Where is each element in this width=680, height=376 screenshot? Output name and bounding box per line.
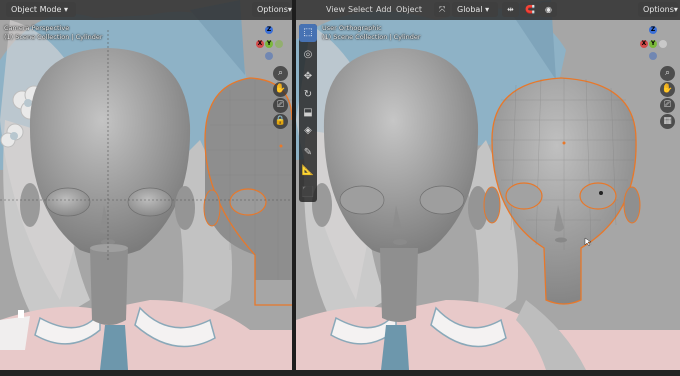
x-axis-icon[interactable]: X bbox=[640, 40, 648, 48]
blender-window: Object Mode ▾ Options▾ Camera Perspectiv… bbox=[0, 0, 680, 376]
scale-icon[interactable]: ⬓ bbox=[299, 104, 317, 122]
right-3d-viewport[interactable]: View Select Add Object ⤧ Global ▾ ⇹ 🧲 ◉ … bbox=[296, 0, 680, 370]
options-dropdown[interactable]: Options▾ bbox=[638, 2, 678, 17]
menu-add[interactable]: Add bbox=[376, 2, 392, 17]
zoom-icon[interactable]: ⌕ bbox=[660, 66, 675, 81]
chevron-down-icon: ▾ bbox=[673, 5, 678, 14]
neg-y-axis-icon[interactable] bbox=[275, 40, 283, 48]
status-bar bbox=[0, 370, 680, 376]
neg-z-axis-icon[interactable] bbox=[265, 52, 273, 60]
menu-select[interactable]: Select bbox=[348, 2, 373, 17]
lock-icon[interactable]: 🔒 bbox=[273, 114, 288, 129]
neg-x-axis-icon[interactable] bbox=[659, 40, 667, 48]
options-label: Options bbox=[257, 5, 288, 14]
snap-icon[interactable]: 🧲 bbox=[520, 2, 540, 17]
collection-info-label: (1) Scene Collection | Cylinder bbox=[4, 33, 103, 41]
camera-view-icon[interactable]: ⎚ bbox=[273, 98, 288, 113]
chevron-down-icon: ▾ bbox=[482, 5, 490, 14]
mode-dropdown[interactable]: Object Mode ▾ bbox=[6, 2, 76, 17]
proportional-edit-icon[interactable]: ◉ bbox=[540, 2, 557, 17]
y-axis-icon[interactable]: Y bbox=[649, 40, 657, 48]
transform-orientation-dropdown[interactable]: Global ▾ bbox=[452, 2, 498, 17]
camera-view-icon[interactable]: ⎚ bbox=[660, 98, 675, 113]
select-box-icon[interactable]: ⬚ bbox=[299, 24, 317, 42]
mode-dropdown-label: Object Mode bbox=[11, 5, 62, 14]
rotate-icon[interactable]: ↻ bbox=[299, 86, 317, 104]
measure-icon[interactable]: 📐 bbox=[299, 162, 317, 180]
z-axis-icon[interactable]: Z bbox=[649, 26, 657, 34]
left-3d-viewport[interactable]: Object Mode ▾ Options▾ Camera Perspectiv… bbox=[0, 0, 292, 370]
navigation-gizmo[interactable]: Z X Y bbox=[638, 26, 668, 60]
x-axis-icon[interactable]: X bbox=[256, 40, 264, 48]
z-axis-icon[interactable]: Z bbox=[265, 26, 273, 34]
annotate-icon[interactable]: ✎ bbox=[299, 144, 317, 162]
left-scene-render bbox=[0, 0, 292, 370]
hand-pan-icon[interactable]: ✋ bbox=[660, 82, 675, 97]
menu-object[interactable]: Object bbox=[396, 2, 422, 17]
cursor-icon[interactable]: ◎ bbox=[299, 46, 317, 64]
collection-info-label: (1) Scene Collection | Cylinder bbox=[322, 33, 421, 41]
menu-view[interactable]: View bbox=[326, 2, 345, 17]
pivot-point-icon[interactable]: ⇹ bbox=[502, 2, 519, 17]
y-axis-icon[interactable]: Y bbox=[265, 40, 273, 48]
view-name-label: Camera Perspective bbox=[4, 24, 70, 32]
view-name-label: User Orthographic bbox=[322, 24, 382, 32]
neg-z-axis-icon[interactable] bbox=[649, 52, 657, 60]
navigation-gizmo[interactable]: Z X Y bbox=[254, 26, 284, 60]
zoom-icon[interactable]: ⌕ bbox=[273, 66, 288, 81]
transform-orientation-label: Global bbox=[457, 5, 483, 14]
left-viewport-header: Object Mode ▾ Options▾ bbox=[0, 0, 292, 20]
options-label: Options bbox=[643, 5, 674, 14]
add-cube-icon[interactable]: ⬛ bbox=[299, 184, 317, 202]
transform-icon[interactable]: ◈ bbox=[299, 122, 317, 140]
hand-pan-icon[interactable]: ✋ bbox=[273, 82, 288, 97]
right-scene-render bbox=[296, 0, 680, 370]
chevron-down-icon: ▾ bbox=[63, 5, 68, 14]
options-dropdown[interactable]: Options▾ bbox=[252, 2, 292, 17]
transform-orientation-icon[interactable]: ⤧ bbox=[434, 2, 451, 17]
perspective-grid-icon[interactable]: ▦ bbox=[660, 114, 675, 129]
tool-shelf: ⬚ ◎ ✥ ↻ ⬓ ◈ ✎ 📐 ⬛ bbox=[299, 24, 317, 202]
right-viewport-header: View Select Add Object ⤧ Global ▾ ⇹ 🧲 ◉ … bbox=[296, 0, 680, 20]
move-icon[interactable]: ✥ bbox=[299, 68, 317, 86]
